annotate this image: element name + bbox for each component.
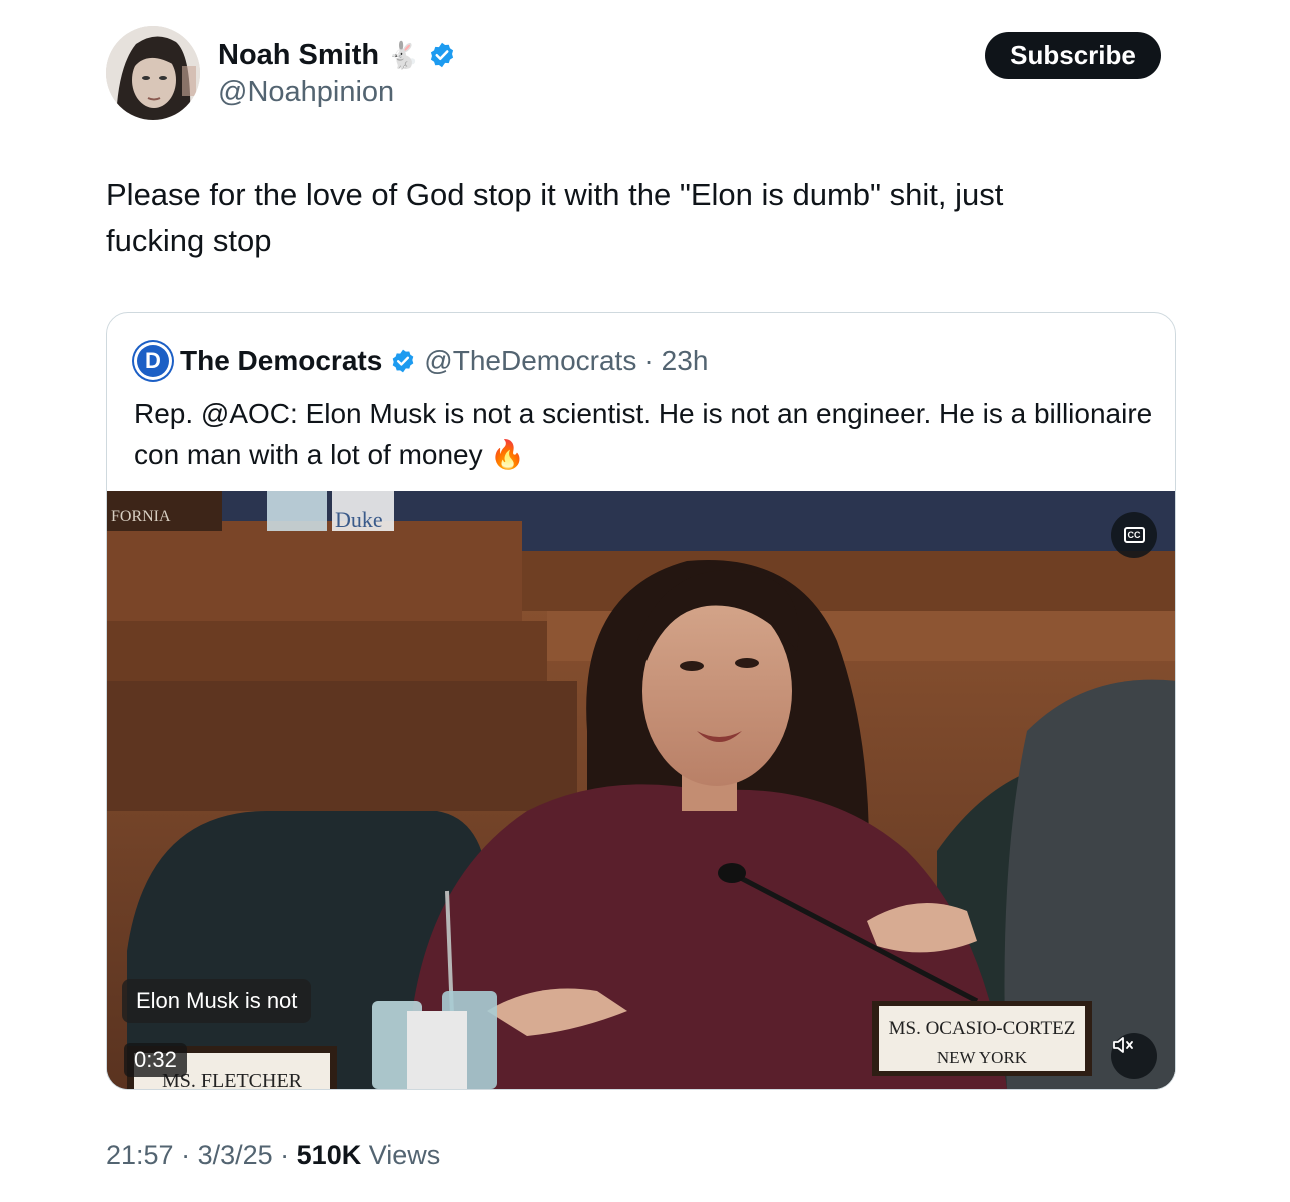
views-label: Views <box>361 1140 441 1170</box>
author-name[interactable]: Noah Smith <box>218 36 379 74</box>
quoted-tweet-text: Rep. @AOC: Elon Musk is not a scientist.… <box>134 398 1153 470</box>
svg-text:Duke: Duke <box>335 507 383 532</box>
svg-text:NEW YORK: NEW YORK <box>937 1048 1028 1067</box>
video-player[interactable]: FORNIA Duke MS. OCASIO-CORTEZ NEW YORK M… <box>107 491 1175 1089</box>
quoted-tweet-header: D The Democrats @TheDemocrats · 23h <box>134 341 708 381</box>
subscribe-button[interactable]: Subscribe <box>985 32 1161 79</box>
tweet-date[interactable]: 3/3/25 <box>198 1140 273 1170</box>
svg-text:MS. OCASIO-CORTEZ: MS. OCASIO-CORTEZ <box>889 1018 1076 1039</box>
quoted-tweet-time[interactable]: 23h <box>662 345 709 377</box>
svg-text:FORNIA: FORNIA <box>111 508 171 525</box>
video-duration: 0:32 <box>124 1043 187 1077</box>
verified-badge-icon <box>390 348 416 374</box>
meta-separator: · <box>644 345 654 376</box>
mute-button[interactable] <box>1111 1033 1157 1079</box>
closed-captions-button[interactable]: CC <box>1111 512 1157 558</box>
quoted-author-name[interactable]: The Democrats <box>180 345 382 377</box>
footer-separator: · <box>272 1140 297 1170</box>
video-caption: Elon Musk is not <box>122 979 312 1023</box>
author-name-row[interactable]: Noah Smith 🐇 <box>218 36 456 74</box>
quoted-tweet-card[interactable]: D The Democrats @TheDemocrats · 23h Rep.… <box>106 312 1176 1090</box>
tweet-footer: 21:57 · 3/3/25 · 510K Views <box>106 1140 440 1171</box>
rabbit-emoji-icon: 🐇 <box>387 40 420 70</box>
views-count: 510K <box>296 1140 362 1170</box>
author-avatar[interactable] <box>106 26 200 120</box>
verified-badge-icon <box>428 41 456 69</box>
tweet-text: Please for the love of God stop it with … <box>106 177 1004 258</box>
quoted-author-handle[interactable]: @TheDemocrats <box>424 345 636 377</box>
footer-separator: · <box>173 1140 198 1170</box>
democrats-logo-icon[interactable]: D <box>134 342 172 380</box>
closed-captions-icon: CC <box>1123 527 1145 543</box>
speaker-muted-icon <box>1113 1037 1133 1053</box>
tweet-time[interactable]: 21:57 <box>106 1140 174 1170</box>
author-handle[interactable]: @Noahpinion <box>218 74 394 110</box>
